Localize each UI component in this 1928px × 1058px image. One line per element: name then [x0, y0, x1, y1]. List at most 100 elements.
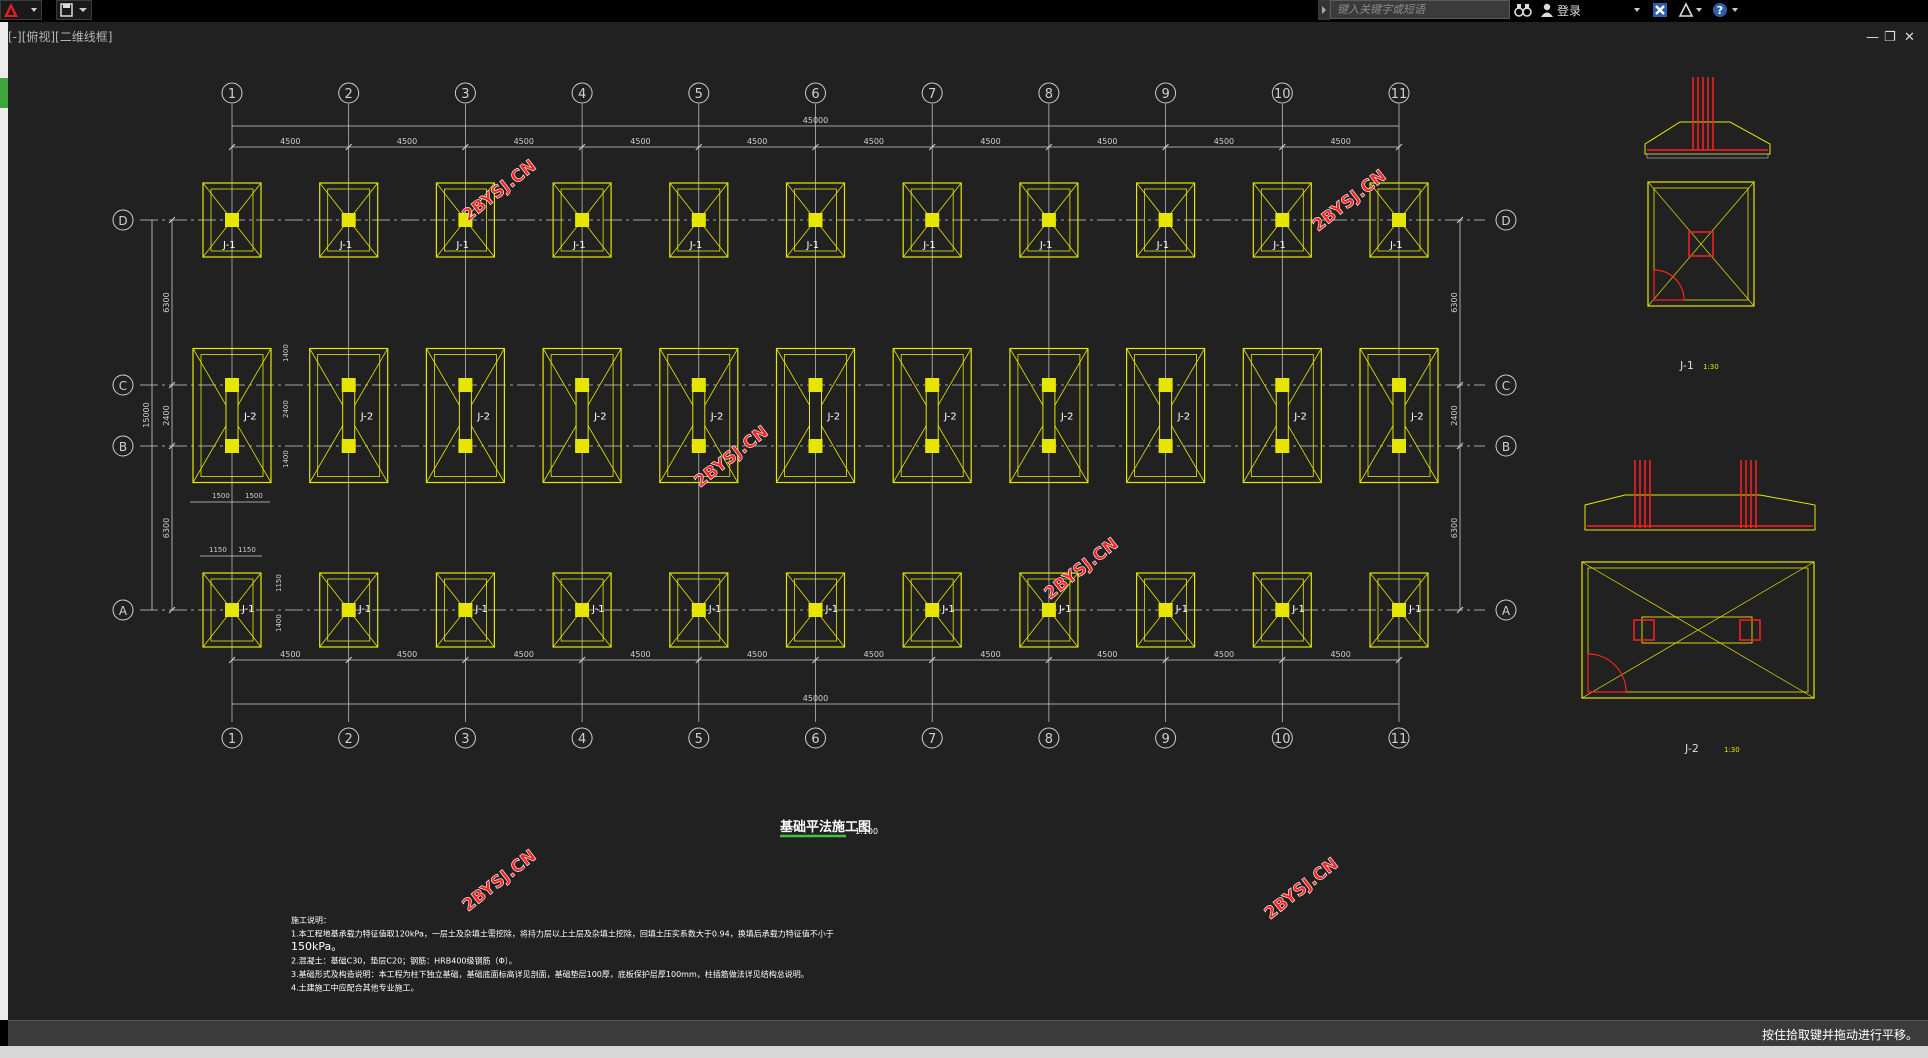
dimension-text: 1150 — [238, 546, 256, 554]
tie-beam — [1042, 384, 1056, 447]
footing-label: J-1 — [339, 240, 353, 251]
axis-label: 1 — [228, 732, 236, 747]
dimension-text: 4500 — [1214, 137, 1234, 146]
watermark-text: 2BYSJ.CN — [1041, 534, 1123, 604]
axis-label: 7 — [928, 87, 936, 102]
footing-label: J-2 — [593, 412, 607, 423]
axis-label: 2 — [345, 732, 353, 747]
dimension-text: 1400 — [282, 450, 290, 468]
footing-label: J-1 — [1291, 604, 1305, 615]
status-text: 按住拾取键并拖动进行平移。 — [1761, 1028, 1918, 1042]
login-button[interactable]: 登录 — [1540, 2, 1644, 19]
dimension-text: 4500 — [514, 650, 534, 659]
footing-label: J-2 — [476, 412, 490, 423]
login-label: 登录 — [1557, 3, 1582, 18]
footing-label: J-1 — [1408, 604, 1422, 615]
binoculars-button[interactable] — [1514, 3, 1532, 17]
detail-j2-title: J-2 — [1684, 742, 1699, 755]
drawing-viewport[interactable]: 1 1 2 2 3 3 4 4 5 5 6 6 7 7 8 8 9 9 10 10 11 11 D D C C B B A A 45000 4… — [8, 22, 1928, 1020]
status-bar: 按住拾取键并拖动进行平移。 — [8, 1020, 1928, 1046]
dimension-text: 1150 — [209, 546, 227, 554]
user-icon — [1541, 3, 1553, 17]
dimension-text: 4500 — [747, 137, 767, 146]
column-pier — [691, 213, 706, 227]
axis-label: 5 — [695, 87, 703, 102]
footing-label: J-1 — [1156, 240, 1170, 251]
minimize-icon[interactable]: — — [1866, 30, 1879, 45]
dimension-text: 1150 — [275, 574, 283, 592]
axis-label: 8 — [1045, 732, 1053, 747]
restore-icon[interactable]: ❐ — [1884, 30, 1896, 45]
column-pier — [1158, 603, 1173, 617]
svg-text:?: ? — [1717, 4, 1723, 17]
dimension-text: 1500 — [212, 492, 230, 500]
column-pier — [1041, 213, 1056, 227]
drawing-canvas[interactable]: 11223344556677889910101111D DC CB BA A450004… — [8, 22, 1928, 1020]
column-pier — [925, 213, 940, 227]
rebar-quadrant — [1587, 653, 1627, 693]
quick-access-save-button[interactable] — [56, 0, 92, 20]
detail-j2-section — [1584, 494, 1816, 531]
drawing-scale: 1:100 — [855, 827, 878, 836]
footing-label: J-1 — [222, 240, 236, 251]
footing-label: J-2 — [943, 412, 957, 423]
axis-label: A — [1502, 604, 1511, 618]
search-input[interactable]: 键入关键字或短语 — [1330, 0, 1510, 19]
dimension-text: 4500 — [630, 650, 650, 659]
column-pier — [808, 603, 823, 617]
tie-beam — [1159, 384, 1173, 447]
footing-label: J-1 — [358, 604, 372, 615]
column-pier — [925, 378, 940, 392]
viewport-controls-label[interactable]: [-][俯视][二维线框] — [8, 28, 112, 45]
footing-label: J-1 — [591, 604, 605, 615]
axis-label: 6 — [811, 87, 819, 102]
axis-label: 8 — [1045, 87, 1053, 102]
binoculars-icon — [1514, 4, 1532, 17]
a360-button[interactable] — [1678, 2, 1704, 18]
exchange-button[interactable] — [1652, 2, 1670, 18]
dimension-text: 6300 — [162, 292, 171, 312]
dimension-text: 45000 — [803, 116, 828, 125]
dimension-text: 2400 — [1450, 405, 1459, 425]
detail-j2-scale: 1:30 — [1724, 746, 1740, 754]
panel-tab-marker[interactable] — [0, 78, 8, 108]
column-pier — [1158, 378, 1173, 392]
column-pier — [225, 603, 239, 617]
column-pier — [808, 439, 823, 453]
axis-label: 4 — [578, 732, 586, 747]
tie-beam — [575, 384, 589, 447]
search-expand-button[interactable] — [1318, 0, 1330, 20]
column-pier — [1392, 213, 1406, 227]
tie-beam — [1392, 384, 1406, 447]
application-menu-button[interactable] — [0, 0, 42, 20]
column-pier — [808, 378, 823, 392]
footing-label: J-1 — [922, 240, 936, 251]
footing-label: J-2 — [827, 412, 841, 423]
footing-label: J-2 — [1293, 412, 1307, 423]
left-panel-edge[interactable] — [0, 22, 8, 1020]
footing-label: J-1 — [1175, 604, 1189, 615]
dimension-text: 4500 — [1097, 650, 1117, 659]
detail-column — [1739, 619, 1761, 641]
help-button[interactable]: ? — [1712, 2, 1742, 18]
tie-beam — [342, 384, 356, 447]
construction-note: 施工说明： — [291, 915, 331, 925]
axis-label: 4 — [578, 87, 586, 102]
chevron-down-icon — [1634, 8, 1641, 12]
column-pier — [691, 439, 706, 453]
help-icon: ? — [1713, 3, 1739, 17]
footing-label: J-1 — [806, 240, 820, 251]
chevron-right-icon — [1322, 6, 1326, 14]
dimension-text: 4500 — [397, 650, 417, 659]
column-pier — [1392, 439, 1406, 453]
axis-label: 1 — [228, 87, 236, 102]
construction-note: 3.基础形式及构造说明：本工程为柱下独立基础，基础底面标高详见剖面，基础垫层10… — [291, 969, 809, 979]
dimension-text: 4500 — [1330, 137, 1350, 146]
column-pier — [1158, 213, 1173, 227]
close-icon[interactable]: ✕ — [1904, 30, 1915, 45]
column-pier — [341, 378, 356, 392]
dimension-text: 4500 — [747, 650, 767, 659]
axis-label: 5 — [695, 732, 703, 747]
dimension-text: 4500 — [514, 137, 534, 146]
column-pier — [575, 439, 590, 453]
